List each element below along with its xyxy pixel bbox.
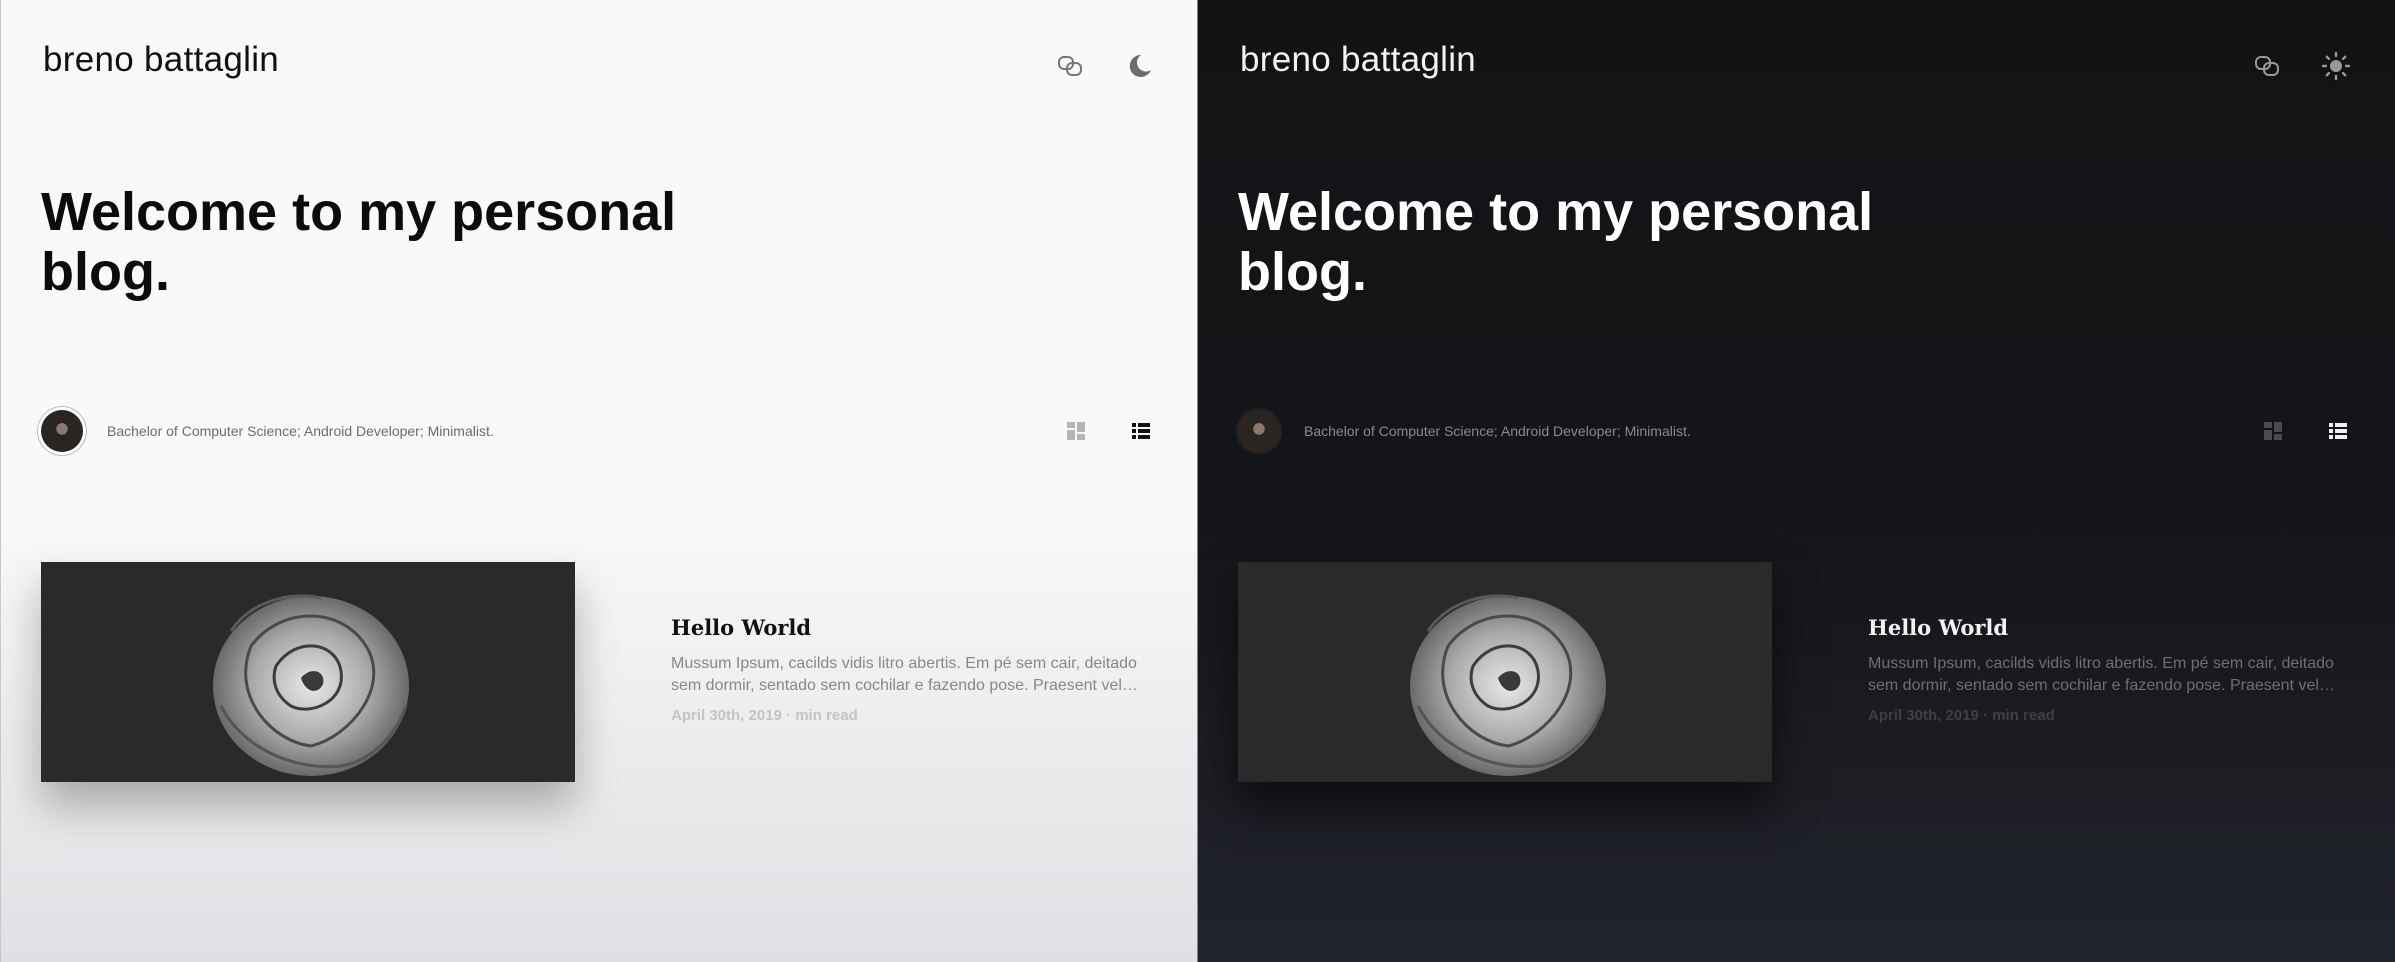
chain-link-icon[interactable] [1055,51,1085,81]
site-title[interactable]: breno battaglin [43,40,279,80]
post-title[interactable]: Hello World [671,615,811,640]
post-excerpt: Mussum Ipsum, cacilds vidis litro aberti… [1868,653,2346,697]
hero-line-2: blog. [41,242,170,302]
post-meta: April 30th, 2019 · min read [1868,707,2055,724]
chain-link-icon[interactable] [2252,51,2282,81]
post-excerpt-line-1: Mussum Ipsum, cacilds vidis litro aberti… [1868,655,2334,672]
post-meta: April 30th, 2019 · min read [671,707,858,724]
avatar[interactable] [41,410,83,452]
hero-line-1: Welcome to my personal [41,182,677,242]
grid-view-icon[interactable] [1064,419,1088,443]
hero-heading: Welcome to my personal blog. [1238,182,1938,302]
light-theme-panel: breno battaglin Welcome to my personal b… [0,0,1197,962]
avatar[interactable] [1238,410,1280,452]
post-excerpt-line-2: sem dormir, sentado sem cochilar e fazen… [1868,677,2335,694]
hero-line-1: Welcome to my personal [1238,182,1874,242]
post-cover-image[interactable] [41,562,575,782]
post-title[interactable]: Hello World [1868,615,2008,640]
hero-heading: Welcome to my personal blog. [41,182,741,302]
list-view-icon[interactable] [1129,419,1153,443]
post-excerpt-line-1: Mussum Ipsum, cacilds vidis litro aberti… [671,655,1137,672]
dark-theme-panel: breno battaglin Welcome to my personal b… [1198,0,2395,962]
site-title[interactable]: breno battaglin [1240,40,1476,80]
author-bio: Bachelor of Computer Science; Android De… [107,423,494,439]
grid-view-icon[interactable] [2261,419,2285,443]
author-bio: Bachelor of Computer Science; Android De… [1304,423,1691,439]
moon-icon[interactable] [1124,51,1154,81]
post-excerpt: Mussum Ipsum, cacilds vidis litro aberti… [671,653,1149,697]
hero-line-2: blog. [1238,242,1367,302]
sun-icon[interactable] [2321,51,2351,81]
list-view-icon[interactable] [2326,419,2350,443]
post-cover-image[interactable] [1238,562,1772,782]
post-excerpt-line-2: sem dormir, sentado sem cochilar e fazen… [671,677,1138,694]
